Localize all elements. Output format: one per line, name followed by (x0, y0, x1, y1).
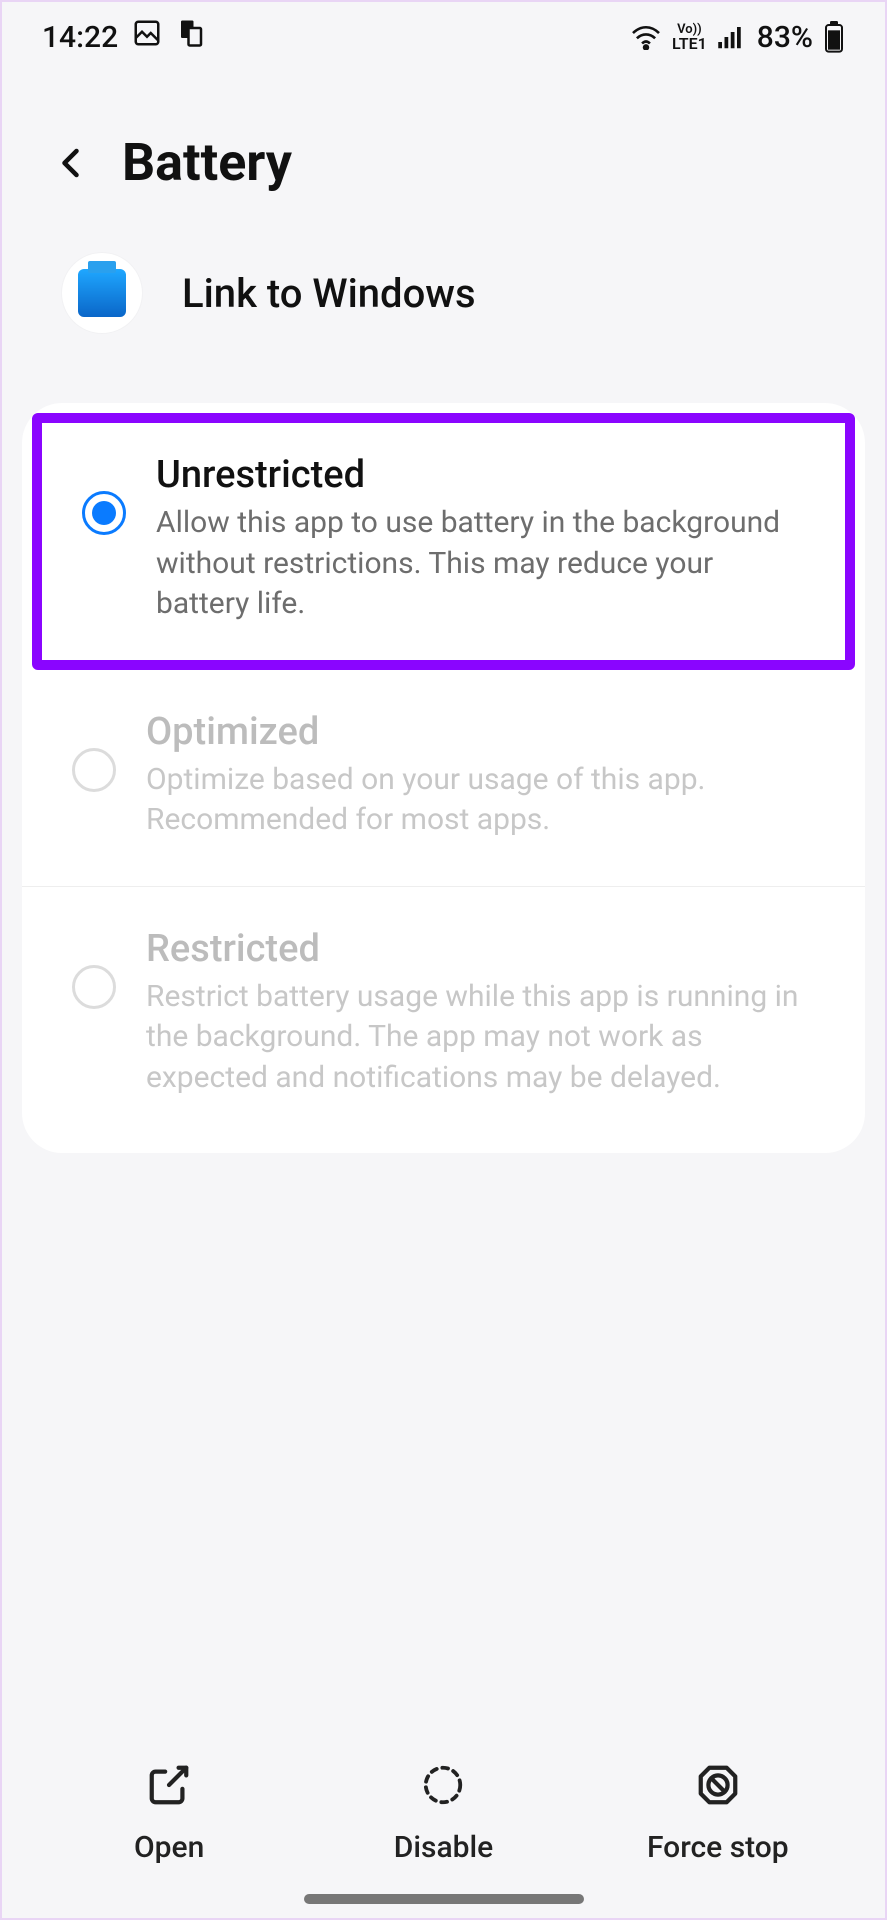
device-frame: 14:22 Vo)) LTE1 83% (0, 0, 887, 1920)
option-title: Unrestricted (156, 453, 805, 497)
status-left: 14:22 (42, 18, 206, 56)
open-button[interactable]: Open (33, 1762, 305, 1865)
open-label: Open (134, 1830, 204, 1865)
app-name: Link to Windows (182, 270, 476, 317)
page-title: Battery (122, 132, 292, 193)
disable-button[interactable]: Disable (308, 1762, 580, 1865)
radio-restricted[interactable] (72, 965, 116, 1009)
option-title: Optimized (146, 710, 815, 754)
volte-indicator: Vo)) LTE1 (672, 23, 707, 52)
battery-options-card: Unrestricted Allow this app to use batte… (22, 403, 865, 1153)
option-optimized[interactable]: Optimized Optimize based on your usage o… (22, 670, 865, 887)
status-bar: 14:22 Vo)) LTE1 83% (2, 2, 885, 72)
app-icon (62, 253, 142, 333)
open-icon (146, 1762, 192, 1816)
option-restricted[interactable]: Restricted Restrict battery usage while … (22, 887, 865, 1144)
battery-icon (823, 21, 845, 53)
gallery-icon (132, 18, 162, 56)
disable-label: Disable (394, 1830, 493, 1865)
link-to-windows-icon (78, 269, 126, 317)
gesture-bar[interactable] (304, 1894, 584, 1904)
radio-optimized[interactable] (72, 748, 116, 792)
option-title: Restricted (146, 927, 815, 971)
force-stop-icon (695, 1762, 741, 1816)
force-stop-label: Force stop (647, 1830, 789, 1865)
sim-icon (176, 18, 206, 56)
bottom-action-bar: Open Disable Force stop (2, 1738, 885, 1918)
wifi-icon (630, 24, 662, 50)
status-time: 14:22 (42, 20, 118, 55)
app-row: Link to Windows (2, 233, 885, 403)
page-header: Battery (2, 72, 885, 233)
status-right: Vo)) LTE1 83% (630, 20, 845, 55)
option-desc: Restrict battery usage while this app is… (146, 977, 815, 1099)
disable-icon (420, 1762, 466, 1816)
force-stop-button[interactable]: Force stop (582, 1762, 854, 1865)
signal-icon (717, 24, 747, 50)
back-button[interactable] (52, 143, 92, 183)
radio-unrestricted[interactable] (82, 491, 126, 535)
option-unrestricted[interactable]: Unrestricted Allow this app to use batte… (32, 413, 855, 670)
option-desc: Allow this app to use battery in the bac… (156, 503, 805, 625)
option-desc: Optimize based on your usage of this app… (146, 760, 815, 841)
battery-percent: 83% (757, 20, 813, 55)
